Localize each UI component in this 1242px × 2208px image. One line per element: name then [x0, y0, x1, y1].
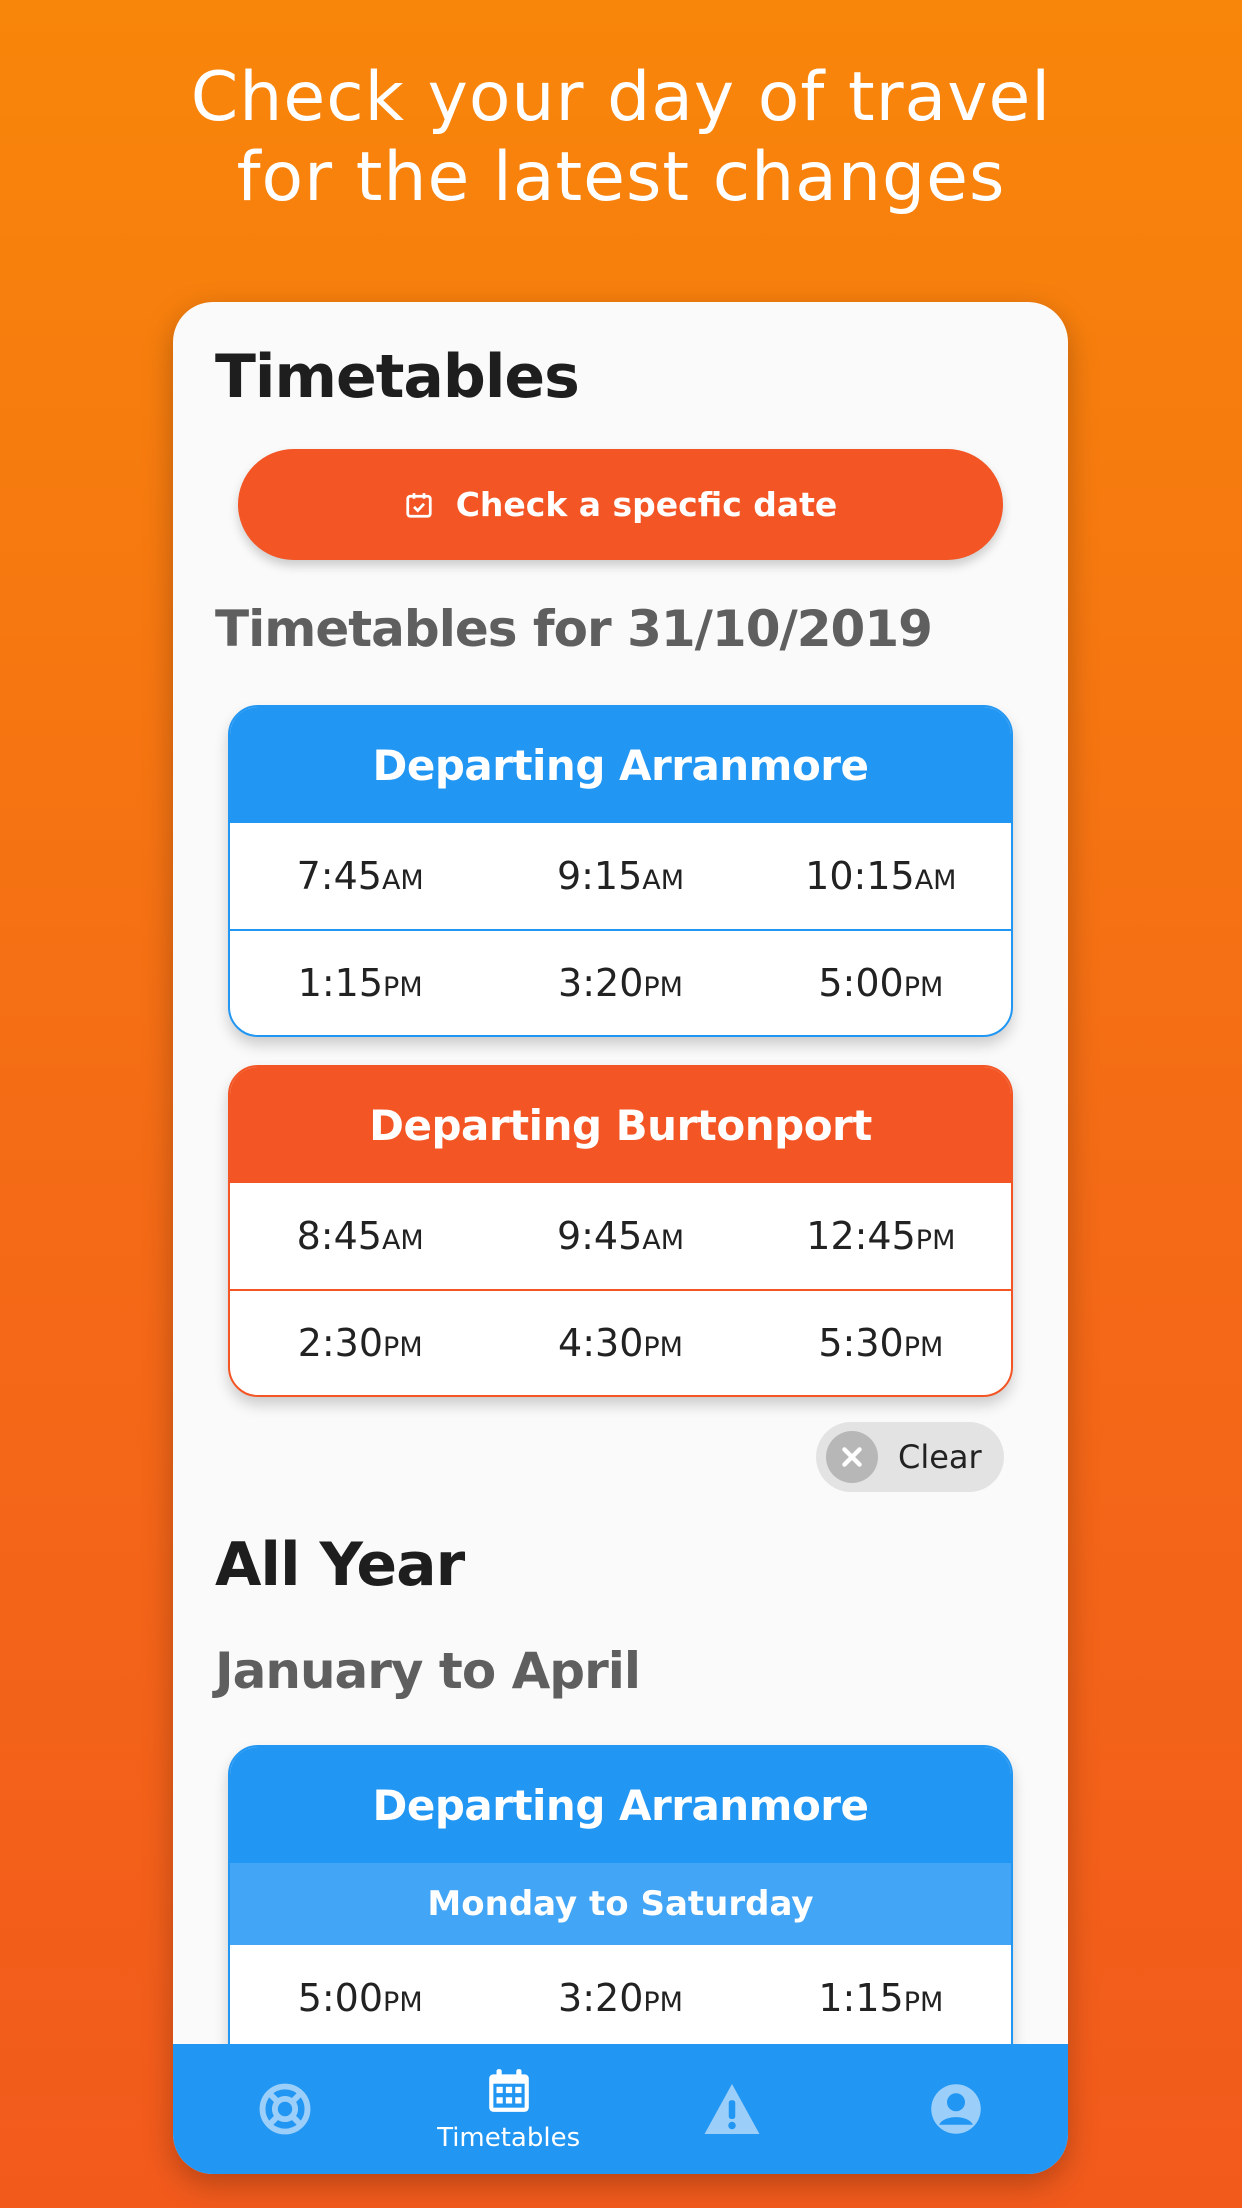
clear-label: Clear: [898, 1438, 982, 1476]
card-title: Departing Burtonport: [230, 1067, 1011, 1183]
departure-time: 7:45AM: [296, 854, 424, 898]
departure-time: 4:30PM: [558, 1321, 683, 1365]
time-row: 1:15PM 3:20PM 5:00PM: [230, 929, 1011, 1035]
warning-icon: [704, 2084, 760, 2134]
calendar-icon: [488, 2069, 529, 2112]
time-row: 5:00PM 3:20PM 1:15PM: [230, 1945, 1011, 2051]
check-date-label: Check a specfic date: [455, 485, 838, 524]
nav-item-timetables[interactable]: Timetables: [397, 2044, 621, 2174]
promo-headline-line-1: Check your day of travel: [190, 58, 1052, 137]
card-title: Departing Arranmore: [230, 707, 1011, 823]
departure-time: 3:20PM: [558, 961, 683, 1005]
account-icon: [931, 2084, 981, 2134]
nav-label-timetables: Timetables: [437, 2123, 581, 2153]
calendar-check-icon: [406, 492, 432, 518]
page-title: Timetables: [215, 342, 580, 412]
all-year-title: All Year: [215, 1530, 465, 1600]
nav-item-alerts[interactable]: [621, 2044, 845, 2174]
phone-screen: Timetables Check a specfic date Timetabl…: [173, 302, 1068, 2174]
departure-time: 8:45AM: [296, 1214, 424, 1258]
departure-time: 5:30PM: [818, 1321, 944, 1365]
departure-time: 2:30PM: [297, 1321, 423, 1365]
promo-headline-line-2: for the latest changes: [236, 138, 1006, 217]
card-title: Departing Arranmore: [230, 1747, 1011, 1863]
departure-time: 5:00PM: [818, 961, 944, 1005]
time-row: 2:30PM 4:30PM 5:30PM: [230, 1289, 1011, 1395]
departure-time: 9:15AM: [556, 854, 685, 898]
departure-time: 9:45AM: [556, 1214, 685, 1258]
departure-time: 10:15AM: [805, 854, 957, 898]
departure-time: 1:15PM: [818, 1976, 944, 2020]
promo-headline: Check your day of travel for the latest …: [0, 58, 1242, 218]
departure-time: 12:45PM: [806, 1214, 956, 1258]
time-row: 7:45AM 9:15AM 10:15AM: [230, 823, 1011, 929]
bottom-navigation: Timetables: [173, 2044, 1068, 2174]
time-row: 8:45AM 9:45AM 12:45PM: [230, 1183, 1011, 1289]
lifebuoy-icon: [259, 2083, 311, 2135]
clear-button[interactable]: Clear: [816, 1422, 1004, 1492]
check-date-button[interactable]: Check a specfic date: [238, 449, 1003, 560]
departure-time: 3:20PM: [558, 1976, 683, 2020]
departure-time: 5:00PM: [297, 1976, 423, 2020]
timetable-card-arranmore: Departing Arranmore 7:45AM 9:15AM 10:15A…: [228, 705, 1013, 1037]
nav-item-account[interactable]: [844, 2044, 1068, 2174]
timetable-card-burtonport: Departing Burtonport 8:45AM 9:45AM 12:45…: [228, 1065, 1013, 1397]
close-circle-icon: [826, 1431, 878, 1483]
season-title: January to April: [215, 1642, 641, 1700]
card-subtitle: Monday to Saturday: [230, 1863, 1011, 1945]
date-section-title: Timetables for 31/10/2019: [215, 600, 933, 658]
departure-time: 1:15PM: [297, 961, 423, 1005]
nav-item-help[interactable]: [173, 2044, 397, 2174]
